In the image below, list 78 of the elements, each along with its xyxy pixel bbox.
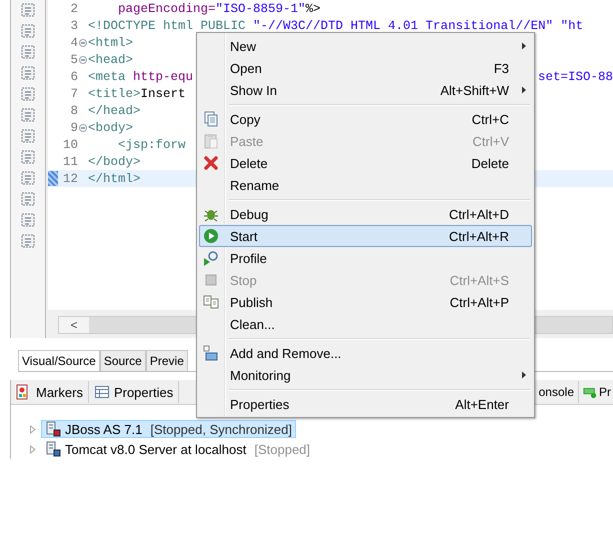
stopwatch-icon [203, 250, 219, 266]
menu-item[interactable]: Monitoring [199, 364, 532, 386]
stop-icon [203, 272, 219, 288]
delete-icon [203, 155, 219, 171]
line-number: 10 [62, 138, 78, 152]
folder-icon [203, 345, 219, 361]
palette-tool-icon[interactable] [20, 149, 36, 165]
line-number: 12 [62, 172, 78, 186]
line-number: 11 [62, 154, 78, 168]
run-icon [203, 228, 219, 244]
view-tab[interactable]: Properties [88, 381, 180, 403]
palette-tool-icon[interactable] [20, 86, 36, 102]
palette-tool-icon[interactable] [20, 2, 36, 18]
code-text: <title>Insert [88, 86, 186, 100]
submenu-arrow-icon [521, 42, 527, 50]
palette-tool-icon[interactable] [20, 23, 36, 39]
code-text: <!DOCTYPE html PUBLIC "-//W3C//DTD HTML 4.01 Transitional//EN" "ht [88, 18, 584, 32]
menu-item[interactable]: Copy Ctrl+C [199, 108, 532, 130]
fold-icon[interactable] [79, 56, 87, 64]
menu-item[interactable]: Add and Remove... [199, 342, 532, 364]
menu-item[interactable]: New [199, 35, 532, 57]
menu-item[interactable]: Start Ctrl+Alt+R [199, 225, 532, 247]
menu-item[interactable]: Delete Delete [199, 152, 532, 174]
palette-tool-icon[interactable] [20, 128, 36, 144]
scroll-left-button[interactable]: < [59, 317, 89, 333]
menu-item[interactable]: Open F3 [199, 57, 532, 79]
palette-tool-icon[interactable] [20, 212, 36, 228]
view-tab[interactable]: Markers [11, 381, 89, 403]
menu-item[interactable]: Clean... [199, 313, 532, 335]
line-number: 8 [69, 104, 78, 118]
server-item[interactable]: Tomcat v8.0 Server at localhost [Stopped] [41, 440, 314, 458]
clipboard-icon [203, 133, 219, 149]
server-icon [45, 441, 61, 457]
line-number: 5 [69, 52, 78, 66]
code-text: </head> [88, 104, 141, 118]
progress-icon [583, 385, 597, 399]
code-text: <body> [88, 120, 134, 134]
editor-tab[interactable]: Previe [146, 350, 188, 371]
line-number: 4 [69, 36, 78, 50]
editor-tab[interactable]: Source [100, 350, 146, 371]
palette-tool-icon[interactable] [20, 44, 36, 60]
code-text: <html> [88, 36, 134, 50]
menu-item[interactable]: Rename [199, 174, 532, 196]
expand-icon[interactable] [29, 444, 37, 454]
code-text: <meta http-equ [88, 70, 194, 84]
documents-icon [203, 294, 219, 310]
code-text: </body> [88, 154, 141, 168]
submenu-arrow-icon [521, 371, 527, 379]
code-text: <head> [88, 52, 134, 66]
palette-tool-icon[interactable] [20, 233, 36, 249]
code-text: </html> [88, 172, 141, 186]
menu-item[interactable]: Properties Alt+Enter [199, 393, 532, 415]
submenu-arrow-icon [521, 86, 527, 94]
code-text: pageEncoding="ISO-8859-1"%> [117, 2, 321, 16]
line-number: 2 [69, 2, 78, 16]
palette-tool-icon[interactable] [20, 170, 36, 186]
code-text: set=ISO-88 [538, 70, 613, 84]
server-icon [45, 421, 61, 437]
code-text: <jsp:forw [117, 138, 186, 152]
menu-item[interactable]: Profile [199, 247, 532, 269]
line-number: 7 [69, 86, 78, 100]
server-item[interactable]: JBoss AS 7.1 [Stopped, Synchronized] [41, 420, 296, 438]
expand-icon[interactable] [29, 424, 37, 434]
line-number: 6 [69, 70, 78, 84]
table-icon [94, 384, 110, 400]
menu-item[interactable]: Debug Ctrl+Alt+D [199, 203, 532, 225]
editor-tab[interactable]: Visual/Source [18, 350, 100, 371]
menu-item[interactable]: Show In Alt+Shift+W [199, 79, 532, 101]
palette-tool-icon[interactable] [20, 107, 36, 123]
line-number: 3 [69, 18, 78, 32]
fold-icon[interactable] [79, 38, 87, 46]
line-number: 9 [69, 120, 78, 134]
palette-tool-icon[interactable] [20, 65, 36, 81]
menu-item[interactable]: Publish Ctrl+Alt+P [199, 291, 532, 313]
fold-icon[interactable] [79, 124, 87, 132]
palette-tool-icon[interactable] [20, 191, 36, 207]
view-tab[interactable]: Pr [579, 381, 611, 403]
copy-icon [203, 111, 219, 127]
